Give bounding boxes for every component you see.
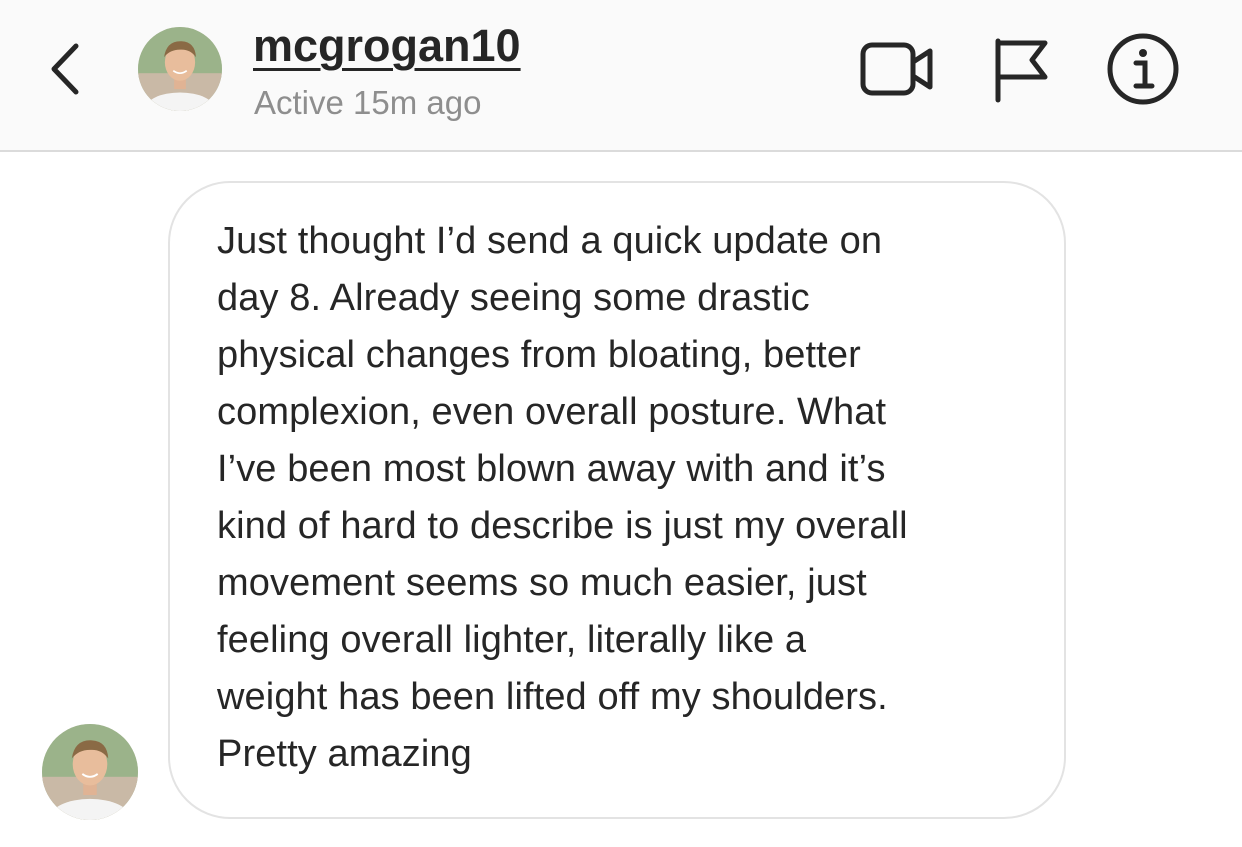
message-line: day 8. Already seeing some drastic [217,277,810,319]
message-line: feeling overall lighter, literally like … [217,619,807,661]
report-button[interactable] [990,36,1052,104]
message-line: Pretty amazing [217,733,472,775]
message-line: kind of hard to describe is just my over… [217,505,908,547]
video-call-button[interactable] [858,38,938,100]
active-status: Active 15m ago [254,84,482,121]
message-text: Just thought I’d send a quick update on … [217,213,1037,783]
message-line: complexion, even overall posture. What [217,391,887,433]
message-line: Just thought I’d send a quick update on [217,220,883,262]
username[interactable]: mcgrogan10 [253,20,521,72]
info-button[interactable] [1106,32,1180,106]
message-line: movement seems so much easier, just [217,562,867,604]
message-line: I’ve been most blown away with and it’s [217,448,886,490]
flag-icon [995,38,1048,103]
back-button[interactable] [40,36,92,102]
conversation-header: mcgrogan10 Active 15m ago [0,0,1242,152]
avatar-photo [138,27,222,111]
header-avatar[interactable] [138,27,222,111]
message-line: physical changes from bloating, better [217,334,861,376]
sender-avatar[interactable] [42,724,138,820]
video-camera-icon [860,42,933,96]
chevron-left-icon [51,43,79,95]
message-line: weight has been lifted off my shoulders. [217,676,888,718]
info-icon [1107,33,1179,105]
avatar-photo [42,724,138,820]
